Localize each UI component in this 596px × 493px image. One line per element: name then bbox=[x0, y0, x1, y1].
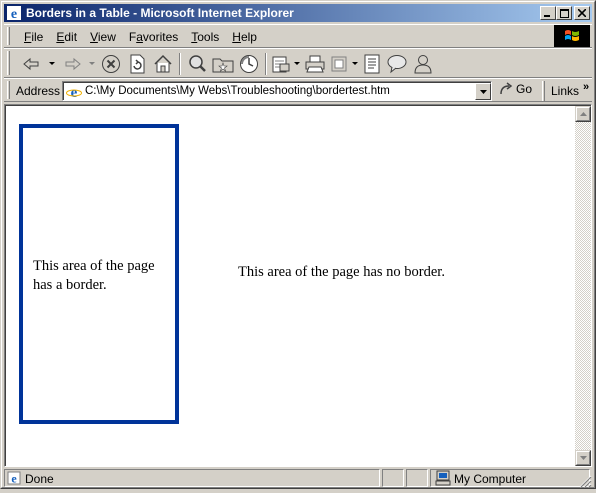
menu-edit[interactable]: Edit bbox=[50, 29, 83, 45]
status-text: Done bbox=[25, 472, 54, 486]
close-icon bbox=[578, 9, 586, 17]
close-button[interactable] bbox=[574, 6, 590, 20]
page-content: This area of the page has a border. This… bbox=[5, 105, 591, 466]
menu-bar: File Edit View Favorites Tools Help bbox=[4, 24, 592, 48]
status-zone-pane: My Computer bbox=[430, 469, 590, 487]
refresh-icon bbox=[130, 54, 145, 74]
contacts-icon bbox=[414, 55, 432, 74]
favorites-icon bbox=[212, 58, 234, 73]
standard-toolbar bbox=[4, 48, 592, 78]
browser-window: e Borders in a Table - Microsoft Interne… bbox=[0, 0, 596, 489]
menu-help[interactable]: Help bbox=[226, 29, 263, 45]
print-button[interactable] bbox=[302, 52, 328, 76]
toolbar-separator bbox=[265, 53, 267, 75]
discuss-button[interactable] bbox=[360, 52, 384, 76]
status-main-pane: e Done bbox=[4, 469, 380, 487]
bordered-cell-text: This area of the page has a border. bbox=[33, 258, 155, 293]
edit-icon bbox=[331, 56, 347, 72]
scroll-down-button[interactable] bbox=[575, 450, 591, 466]
messenger-icon bbox=[387, 55, 407, 74]
stop-button[interactable] bbox=[98, 52, 124, 76]
status-bar: e Done My Computer bbox=[4, 468, 592, 488]
search-button[interactable] bbox=[184, 52, 210, 76]
mail-icon bbox=[272, 56, 290, 73]
discuss-icon bbox=[364, 54, 380, 74]
minimize-button[interactable] bbox=[540, 6, 556, 20]
status-pane-2 bbox=[406, 469, 428, 487]
page-ie-icon: e bbox=[66, 84, 82, 105]
menu-tools[interactable]: Tools bbox=[185, 29, 225, 45]
zone-text: My Computer bbox=[454, 472, 527, 486]
forward-dropdown[interactable] bbox=[86, 52, 98, 76]
computer-icon bbox=[435, 470, 451, 491]
history-button[interactable] bbox=[236, 52, 262, 76]
chevron-up-icon bbox=[579, 112, 587, 116]
svg-text:e: e bbox=[71, 85, 78, 100]
contacts-button[interactable] bbox=[410, 52, 436, 76]
address-label: Address bbox=[16, 84, 61, 98]
print-icon bbox=[305, 55, 325, 73]
links-grip[interactable] bbox=[542, 81, 545, 101]
toolbar-grip[interactable] bbox=[7, 51, 10, 75]
edit-button[interactable] bbox=[328, 52, 350, 76]
search-icon bbox=[189, 55, 206, 72]
links-chevron-icon[interactable]: » bbox=[583, 81, 589, 93]
vertical-scrollbar[interactable] bbox=[575, 106, 591, 466]
window-frame: e Borders in a Table - Microsoft Interne… bbox=[1, 1, 595, 488]
unbordered-cell-text: This area of the page has no border. bbox=[238, 264, 445, 280]
messenger-button[interactable] bbox=[384, 52, 410, 76]
scroll-up-button[interactable] bbox=[575, 106, 591, 122]
svg-text:e: e bbox=[11, 472, 17, 486]
content-frame: This area of the page has a border. This… bbox=[4, 104, 592, 467]
minimize-icon bbox=[544, 15, 550, 17]
address-input[interactable]: e C:\My Documents\My Webs\Troubleshootin… bbox=[62, 81, 492, 101]
address-grip[interactable] bbox=[7, 81, 10, 99]
chevron-down-icon bbox=[479, 89, 487, 94]
back-button[interactable] bbox=[18, 52, 46, 76]
go-button[interactable]: Go bbox=[498, 82, 532, 96]
favorites-button[interactable] bbox=[210, 52, 236, 76]
address-dropdown[interactable] bbox=[475, 83, 491, 100]
bordered-cell: This area of the page has a border. bbox=[19, 124, 179, 424]
go-icon bbox=[500, 82, 513, 95]
ie-icon[interactable]: e bbox=[6, 5, 22, 22]
back-icon bbox=[23, 57, 39, 71]
page-done-icon: e bbox=[7, 471, 21, 490]
edit-dropdown[interactable] bbox=[350, 52, 360, 76]
mail-dropdown[interactable] bbox=[292, 52, 302, 76]
stop-icon bbox=[102, 55, 120, 73]
windows-logo-icon bbox=[554, 25, 590, 47]
status-pane-1 bbox=[382, 469, 404, 487]
forward-icon bbox=[65, 57, 81, 71]
refresh-button[interactable] bbox=[124, 52, 150, 76]
forward-button[interactable] bbox=[58, 52, 86, 76]
menu-file[interactable]: File bbox=[18, 29, 49, 45]
chevron-down-icon bbox=[579, 456, 587, 460]
menu-grip[interactable] bbox=[7, 27, 10, 45]
title-bar[interactable]: e Borders in a Table - Microsoft Interne… bbox=[4, 4, 592, 22]
home-button[interactable] bbox=[150, 52, 176, 76]
maximize-icon bbox=[559, 8, 569, 18]
home-icon bbox=[154, 54, 172, 73]
address-bar: Address e C:\My Documents\My Webs\Troubl… bbox=[4, 78, 592, 102]
toolbar-separator bbox=[179, 53, 181, 75]
maximize-button[interactable] bbox=[556, 6, 572, 20]
resize-grip[interactable] bbox=[578, 474, 592, 488]
window-title: Borders in a Table - Microsoft Internet … bbox=[26, 6, 294, 20]
mail-button[interactable] bbox=[270, 52, 292, 76]
history-icon bbox=[240, 55, 258, 73]
go-label: Go bbox=[516, 82, 533, 96]
svg-text:e: e bbox=[11, 7, 17, 21]
address-value: C:\My Documents\My Webs\Troubleshooting\… bbox=[85, 85, 390, 97]
back-dropdown[interactable] bbox=[46, 52, 58, 76]
links-button[interactable]: Links bbox=[551, 84, 579, 98]
menu-view[interactable]: View bbox=[84, 29, 122, 45]
menu-favorites[interactable]: Favorites bbox=[123, 29, 184, 45]
